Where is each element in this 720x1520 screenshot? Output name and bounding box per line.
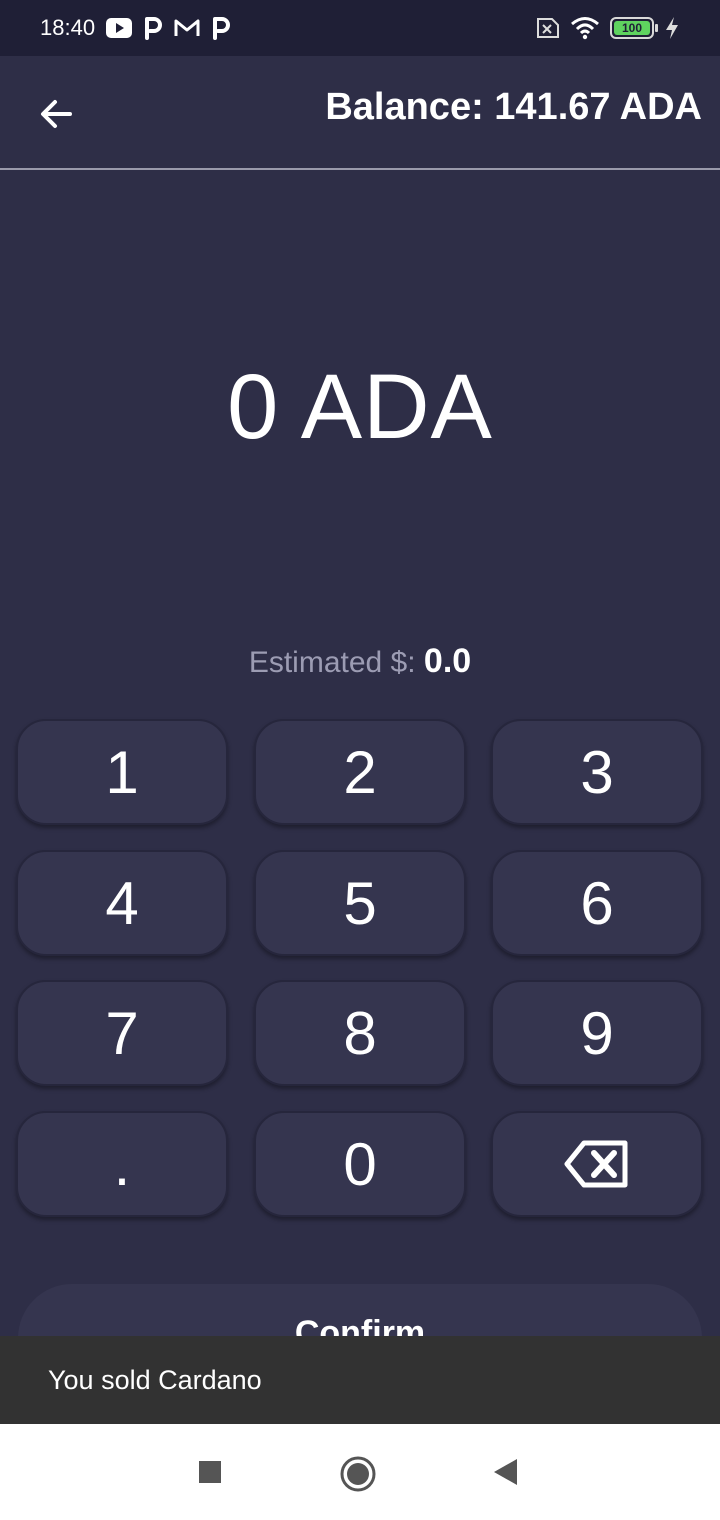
estimated-value-row: Estimated $: 0.0 — [0, 642, 720, 681]
home-button[interactable] — [338, 1454, 378, 1494]
app-bar: Balance: 141.67 ADA — [0, 56, 720, 170]
system-nav-bar — [0, 1424, 720, 1520]
back-button[interactable] — [30, 88, 82, 140]
back-triangle-icon — [494, 1459, 517, 1485]
estimated-label: Estimated $: — [248, 646, 424, 679]
battery-level: 100 — [614, 21, 650, 35]
wifi-icon — [570, 16, 600, 40]
home-circle-icon — [340, 1456, 376, 1492]
charging-icon — [664, 16, 680, 40]
key-9[interactable]: 9 — [491, 980, 703, 1086]
key-7[interactable]: 7 — [16, 980, 228, 1086]
amount-display: 0 ADA — [227, 356, 493, 458]
key-decimal[interactable]: . — [16, 1111, 228, 1217]
arrow-left-icon — [41, 100, 72, 128]
estimated-value: 0.0 — [423, 642, 472, 680]
recents-button[interactable] — [192, 1454, 228, 1490]
status-left: 18:40 — [40, 15, 231, 41]
back-nav-button[interactable] — [488, 1454, 524, 1490]
key-8[interactable]: 8 — [254, 980, 466, 1086]
key-1[interactable]: 1 — [16, 719, 228, 825]
key-backspace[interactable] — [491, 1111, 703, 1217]
status-right: 100 — [532, 16, 680, 40]
p-app-icon — [143, 16, 163, 40]
status-bar: 18:40 100 — [0, 0, 720, 56]
key-4[interactable]: 4 — [16, 850, 228, 956]
key-2[interactable]: 2 — [254, 719, 466, 825]
snackbar-message: You sold Cardano — [48, 1364, 262, 1395]
snackbar: You sold Cardano — [0, 1336, 720, 1424]
key-0[interactable]: 0 — [254, 1111, 466, 1217]
sim-error-icon — [532, 17, 560, 39]
recents-square-icon — [199, 1461, 221, 1483]
status-time: 18:40 — [40, 15, 96, 40]
battery-icon: 100 — [610, 17, 658, 39]
key-5[interactable]: 5 — [254, 850, 466, 956]
p-app-icon — [211, 16, 231, 40]
key-6[interactable]: 6 — [491, 850, 703, 956]
screen: 18:40 100 Balance: 141.67 ADA 0 ADA Esti… — [0, 0, 720, 1520]
key-3[interactable]: 3 — [491, 719, 703, 825]
youtube-icon — [105, 17, 133, 39]
backspace-icon — [564, 1140, 628, 1188]
balance-label: Balance: 141.67 ADA — [325, 86, 702, 128]
gmail-icon — [173, 17, 201, 39]
